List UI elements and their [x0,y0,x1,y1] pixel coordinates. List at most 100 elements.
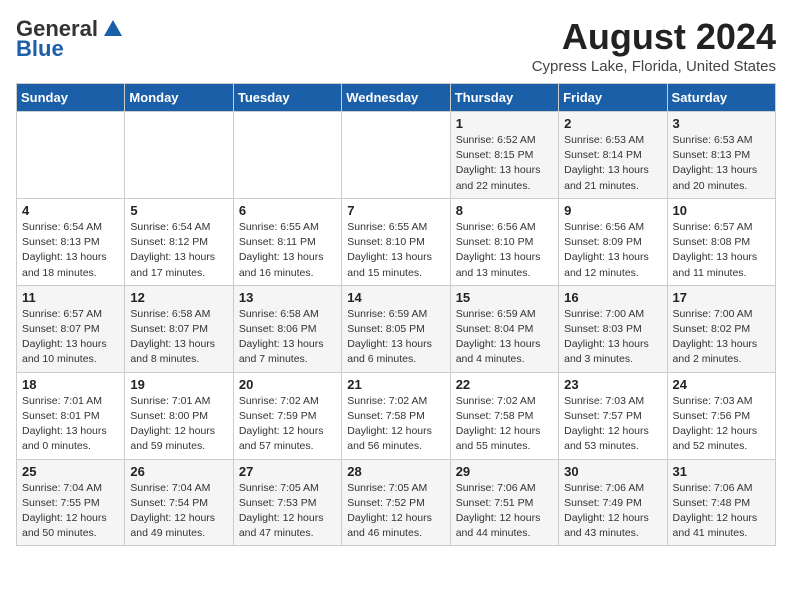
calendar-cell: 7 Sunrise: 6:55 AM Sunset: 8:10 PM Daylig… [342,198,450,285]
day-header-saturday: Saturday [667,84,775,112]
day-header-wednesday: Wednesday [342,84,450,112]
day-number: 28 [347,464,444,479]
day-info: Sunrise: 6:56 AM Sunset: 8:09 PM Dayligh… [564,220,661,281]
calendar-cell: 24 Sunrise: 7:03 AM Sunset: 7:56 PM Dayli… [667,372,775,459]
calendar-cell: 20 Sunrise: 7:02 AM Sunset: 7:59 PM Dayli… [233,372,341,459]
logo-icon [102,18,124,40]
logo: General Blue [16,16,124,62]
day-number: 15 [456,290,553,305]
day-number: 20 [239,377,336,392]
subtitle: Cypress Lake, Florida, United States [532,58,776,75]
calendar-cell: 9 Sunrise: 6:56 AM Sunset: 8:09 PM Daylig… [559,198,667,285]
calendar-cell: 12 Sunrise: 6:58 AM Sunset: 8:07 PM Dayli… [125,285,233,372]
day-info: Sunrise: 7:06 AM Sunset: 7:48 PM Dayligh… [673,481,770,542]
calendar-cell: 28 Sunrise: 7:05 AM Sunset: 7:52 PM Dayli… [342,459,450,546]
calendar-cell: 3Sunrise: 6:53 AM Sunset: 8:13 PM Daylig… [667,112,775,199]
day-info: Sunrise: 7:05 AM Sunset: 7:52 PM Dayligh… [347,481,444,542]
calendar-cell: 14 Sunrise: 6:59 AM Sunset: 8:05 PM Dayli… [342,285,450,372]
page-header: General Blue August 2024 Cypress Lake, F… [16,16,776,75]
day-number: 1 [456,116,553,131]
day-number: 8 [456,203,553,218]
day-info: Sunrise: 7:01 AM Sunset: 8:00 PM Dayligh… [130,394,227,455]
calendar-cell: 26Sunrise: 7:04 AM Sunset: 7:54 PM Dayli… [125,459,233,546]
day-header-monday: Monday [125,84,233,112]
day-info: Sunrise: 6:54 AM Sunset: 8:12 PM Dayligh… [130,220,227,281]
calendar-cell: 19 Sunrise: 7:01 AM Sunset: 8:00 PM Dayli… [125,372,233,459]
day-info: Sunrise: 7:03 AM Sunset: 7:57 PM Dayligh… [564,394,661,455]
day-number: 23 [564,377,661,392]
day-info: Sunrise: 7:06 AM Sunset: 7:49 PM Dayligh… [564,481,661,542]
calendar-cell: 25 Sunrise: 7:04 AM Sunset: 7:55 PM Dayli… [17,459,125,546]
calendar-cell [233,112,341,199]
calendar-cell: 1Sunrise: 6:52 AM Sunset: 8:15 PM Daylig… [450,112,558,199]
week-row-2: 4Sunrise: 6:54 AM Sunset: 8:13 PM Daylig… [17,198,776,285]
day-number: 11 [22,290,119,305]
day-info: Sunrise: 6:55 AM Sunset: 8:10 PM Dayligh… [347,220,444,281]
calendar-cell: 21Sunrise: 7:02 AM Sunset: 7:58 PM Dayli… [342,372,450,459]
calendar-cell: 30 Sunrise: 7:06 AM Sunset: 7:49 PM Dayli… [559,459,667,546]
calendar-cell: 31 Sunrise: 7:06 AM Sunset: 7:48 PM Dayli… [667,459,775,546]
day-number: 31 [673,464,770,479]
day-info: Sunrise: 6:59 AM Sunset: 8:05 PM Dayligh… [347,307,444,368]
calendar-cell: 15 Sunrise: 6:59 AM Sunset: 8:04 PM Dayli… [450,285,558,372]
week-row-1: 1Sunrise: 6:52 AM Sunset: 8:15 PM Daylig… [17,112,776,199]
calendar-cell: 4Sunrise: 6:54 AM Sunset: 8:13 PM Daylig… [17,198,125,285]
calendar-cell: 13 Sunrise: 6:58 AM Sunset: 8:06 PM Dayli… [233,285,341,372]
day-number: 26 [130,464,227,479]
day-info: Sunrise: 7:00 AM Sunset: 8:03 PM Dayligh… [564,307,661,368]
calendar-cell: 22Sunrise: 7:02 AM Sunset: 7:58 PM Dayli… [450,372,558,459]
week-row-5: 25 Sunrise: 7:04 AM Sunset: 7:55 PM Dayli… [17,459,776,546]
day-info: Sunrise: 7:02 AM Sunset: 7:58 PM Dayligh… [456,394,553,455]
day-number: 3 [673,116,770,131]
day-info: Sunrise: 7:04 AM Sunset: 7:55 PM Dayligh… [22,481,119,542]
day-info: Sunrise: 7:05 AM Sunset: 7:53 PM Dayligh… [239,481,336,542]
week-row-4: 18Sunrise: 7:01 AM Sunset: 8:01 PM Dayli… [17,372,776,459]
day-number: 17 [673,290,770,305]
calendar-cell: 10Sunrise: 6:57 AM Sunset: 8:08 PM Dayli… [667,198,775,285]
day-number: 14 [347,290,444,305]
calendar-cell: 23 Sunrise: 7:03 AM Sunset: 7:57 PM Dayli… [559,372,667,459]
calendar-header: SundayMondayTuesdayWednesdayThursdayFrid… [17,84,776,112]
day-number: 10 [673,203,770,218]
day-number: 5 [130,203,227,218]
day-header-sunday: Sunday [17,84,125,112]
week-row-3: 11 Sunrise: 6:57 AM Sunset: 8:07 PM Dayli… [17,285,776,372]
calendar-cell [125,112,233,199]
calendar-cell: 17Sunrise: 7:00 AM Sunset: 8:02 PM Dayli… [667,285,775,372]
day-info: Sunrise: 6:54 AM Sunset: 8:13 PM Dayligh… [22,220,119,281]
day-info: Sunrise: 7:02 AM Sunset: 7:59 PM Dayligh… [239,394,336,455]
day-info: Sunrise: 6:58 AM Sunset: 8:07 PM Dayligh… [130,307,227,368]
logo-blue-text: Blue [16,36,64,62]
day-number: 21 [347,377,444,392]
calendar-table: SundayMondayTuesdayWednesdayThursdayFrid… [16,83,776,546]
day-number: 12 [130,290,227,305]
day-number: 25 [22,464,119,479]
title-block: August 2024 Cypress Lake, Florida, Unite… [532,16,776,75]
calendar-cell: 18Sunrise: 7:01 AM Sunset: 8:01 PM Dayli… [17,372,125,459]
day-header-thursday: Thursday [450,84,558,112]
calendar-cell: 8 Sunrise: 6:56 AM Sunset: 8:10 PM Daylig… [450,198,558,285]
day-info: Sunrise: 6:58 AM Sunset: 8:06 PM Dayligh… [239,307,336,368]
day-number: 24 [673,377,770,392]
day-info: Sunrise: 6:59 AM Sunset: 8:04 PM Dayligh… [456,307,553,368]
day-info: Sunrise: 7:03 AM Sunset: 7:56 PM Dayligh… [673,394,770,455]
calendar-cell: 16Sunrise: 7:00 AM Sunset: 8:03 PM Dayli… [559,285,667,372]
day-info: Sunrise: 6:56 AM Sunset: 8:10 PM Dayligh… [456,220,553,281]
day-header-friday: Friday [559,84,667,112]
day-number: 9 [564,203,661,218]
day-number: 19 [130,377,227,392]
main-title: August 2024 [532,16,776,58]
calendar-cell: 29 Sunrise: 7:06 AM Sunset: 7:51 PM Dayli… [450,459,558,546]
calendar-cell: 2Sunrise: 6:53 AM Sunset: 8:14 PM Daylig… [559,112,667,199]
day-number: 6 [239,203,336,218]
day-info: Sunrise: 6:53 AM Sunset: 8:14 PM Dayligh… [564,133,661,194]
calendar-cell [342,112,450,199]
day-number: 18 [22,377,119,392]
day-info: Sunrise: 6:57 AM Sunset: 8:07 PM Dayligh… [22,307,119,368]
days-of-week-row: SundayMondayTuesdayWednesdayThursdayFrid… [17,84,776,112]
day-number: 30 [564,464,661,479]
day-number: 7 [347,203,444,218]
day-number: 13 [239,290,336,305]
day-info: Sunrise: 7:06 AM Sunset: 7:51 PM Dayligh… [456,481,553,542]
day-number: 29 [456,464,553,479]
